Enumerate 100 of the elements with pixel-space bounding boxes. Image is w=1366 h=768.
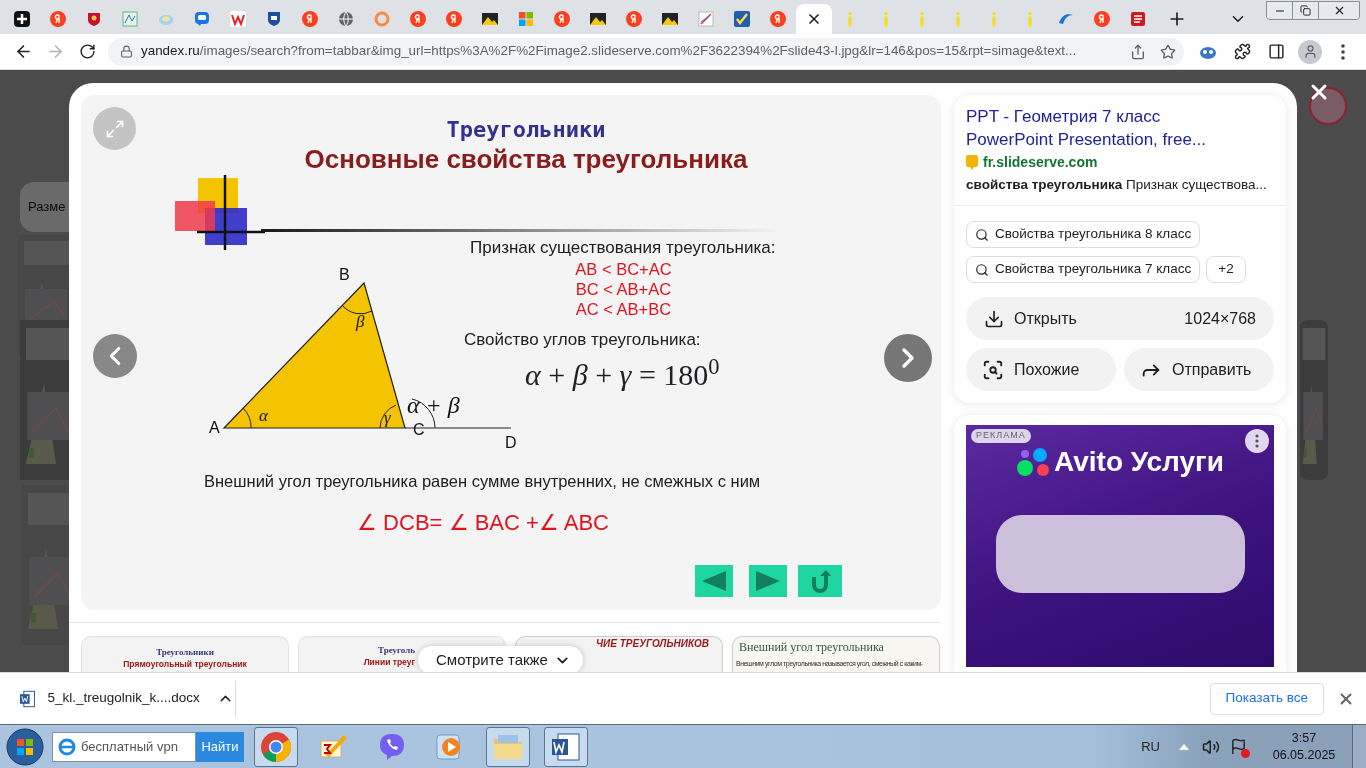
angle-label: β xyxy=(356,312,365,331)
source-link[interactable]: fr.slideserve.com xyxy=(983,152,1098,173)
ad-label: РЕКЛАМА xyxy=(971,429,1031,443)
size-filter-button[interactable]: Разме xyxy=(20,182,69,232)
exterior-angle-label: α + β xyxy=(407,392,460,418)
thumbnail-text: ЧИЕ ТРЕУГОЛЬНИКОВ xyxy=(596,638,709,650)
next-slide-button[interactable] xyxy=(749,565,787,597)
round-logo-icon xyxy=(302,11,318,27)
kebab-icon xyxy=(1255,434,1259,448)
kebab-icon xyxy=(1341,43,1345,60)
ad-brand: Avito Услуги xyxy=(1054,445,1224,479)
browser-icon xyxy=(260,730,292,763)
restore-icon xyxy=(1300,5,1311,16)
user-icon xyxy=(1302,44,1318,59)
clock-time: 3:57 xyxy=(1291,729,1317,747)
restore-button[interactable] xyxy=(1293,2,1319,19)
thumbnail-text: Линии треуг xyxy=(363,656,415,668)
start-button[interactable] xyxy=(5,726,45,767)
existence-heading: Признак существования треугольника: xyxy=(470,238,776,258)
camera-icon xyxy=(982,358,1004,381)
round-logo-icon xyxy=(410,11,426,27)
triangle-left-icon xyxy=(702,571,726,591)
image-icon xyxy=(590,11,606,27)
plus-icon xyxy=(14,11,30,27)
document-icon xyxy=(1130,11,1146,27)
close-icon xyxy=(806,11,822,27)
result-title-link[interactable]: PPT - Геометрия 7 класс PowerPoint Presentation, free... xyxy=(966,105,1274,151)
address-field[interactable]: yandex.ru/images/search?from=tabbar&img_url=https%3A%2F%2Fimage2.slideserve.com%2F3622394%2Fslide43-l.jpg&lr=146&pos=15&rpt=simage&text... xyxy=(108,37,1184,66)
point-label: D xyxy=(505,434,517,451)
url-text: yandex.ru/images/search?from=tabbar&img_url=https%3A%2F%2Fimage2.slideserve.com%2F3622394%2Fslide43-l.jpg&lr=146&pos=15&rpt=simage&text... xyxy=(141,42,1078,61)
more-chip[interactable]: +2 xyxy=(1206,256,1246,283)
angle-label: α xyxy=(259,406,268,425)
exterior-angle-theorem: Внешний угол треугольника равен сумме внутренних, не смежных с ним xyxy=(204,471,761,491)
taskbar-app-button[interactable] xyxy=(544,726,588,767)
search-field[interactable]: бесплатный vpn xyxy=(52,731,196,762)
site-logo-icon xyxy=(966,154,978,171)
point-label: B xyxy=(339,266,350,283)
logo-icon xyxy=(230,11,246,27)
image-size: 1024×768 xyxy=(1184,308,1256,329)
error-badge-icon xyxy=(1241,748,1250,758)
related-search-chip[interactable]: Свойства треугольника 7 класс xyxy=(966,256,1201,283)
previous-image-button[interactable] xyxy=(93,334,137,378)
expand-icon xyxy=(104,118,125,139)
thumbnail-text: Внешний угол треугольника xyxy=(739,640,885,654)
star-icon xyxy=(1160,43,1176,60)
side-panel-icon xyxy=(1267,43,1285,60)
speaker-icon xyxy=(1202,737,1220,756)
show-all-button[interactable]: Показать все xyxy=(1209,682,1324,715)
angles-heading: Свойство углов треугольника: xyxy=(464,330,701,350)
return-arrow-icon xyxy=(809,569,831,593)
ring-icon xyxy=(374,11,390,27)
taskbar-app-button[interactable] xyxy=(486,726,530,767)
thumbnail-text: Треуголь xyxy=(378,645,415,656)
shield-icon xyxy=(266,11,282,27)
related-search-chip[interactable]: Свойства треугольника 8 класс xyxy=(966,221,1201,248)
lock-icon xyxy=(120,45,133,58)
avatar xyxy=(1309,87,1347,125)
round-logo-icon xyxy=(554,11,570,27)
inequality: AC < AB+BC xyxy=(575,299,672,319)
triangle-right-icon xyxy=(756,571,780,591)
taskbar-app-button[interactable] xyxy=(254,726,298,767)
minimize-button[interactable] xyxy=(1267,2,1293,19)
image-icon xyxy=(482,11,498,27)
close-button[interactable] xyxy=(1319,2,1359,19)
search-icon xyxy=(975,227,989,242)
globe-icon xyxy=(338,11,354,27)
point-label: A xyxy=(209,419,220,436)
share-icon xyxy=(1130,43,1146,60)
globe-e-icon xyxy=(57,736,77,757)
crest-icon xyxy=(86,11,102,27)
map-icon xyxy=(122,11,138,27)
exterior-angle-formula: ∠ DCB= ∠ BAC +∠ ABC xyxy=(357,509,609,537)
round-logo-icon xyxy=(446,11,462,27)
search-button[interactable]: Найти xyxy=(196,731,244,762)
round-logo-icon xyxy=(1094,11,1110,27)
previous-slide-button[interactable] xyxy=(695,565,733,597)
next-image-button[interactable] xyxy=(884,334,932,382)
see-also-button[interactable]: Смотрите также xyxy=(418,646,583,672)
open-button[interactable]: Открыть 1024×768 xyxy=(966,297,1274,340)
similar-button[interactable]: Похожие xyxy=(966,348,1116,391)
return-button[interactable] xyxy=(798,565,842,597)
show-desktop-button[interactable] xyxy=(1352,724,1366,768)
language-indicator: RU xyxy=(1141,737,1160,756)
grid-icon xyxy=(518,11,534,27)
send-button[interactable]: Отправить xyxy=(1124,348,1274,391)
thumbnail-card[interactable]: Треугольники Прямоугольный треугольник xyxy=(81,636,289,672)
puzzle-icon xyxy=(1233,43,1251,60)
round-logo-icon xyxy=(770,11,786,27)
ad-menu-button[interactable] xyxy=(1245,429,1269,453)
wave-icon xyxy=(1058,11,1074,27)
flag-icon xyxy=(1229,738,1247,755)
inequality: AB < BC+AC xyxy=(575,259,672,279)
chat-icon xyxy=(194,11,210,27)
search-icon xyxy=(975,262,989,277)
check-icon xyxy=(734,11,750,27)
angle-label: γ xyxy=(384,408,391,427)
image-icon xyxy=(662,11,678,27)
download-icon xyxy=(984,308,1004,329)
profile-button[interactable] xyxy=(1298,39,1322,64)
inequality: BC < AB+AC xyxy=(575,279,672,299)
